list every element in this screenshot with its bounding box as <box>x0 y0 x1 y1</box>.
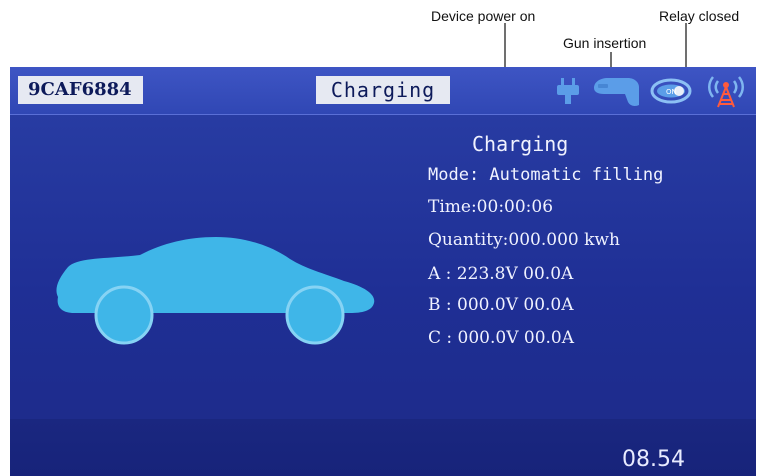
footer-bar: 08.54 <box>10 419 756 476</box>
relay-on-icon: ON <box>650 78 692 104</box>
mode-text: Mode: Automatic filling <box>428 165 664 185</box>
car-silhouette <box>56 237 375 345</box>
phase-c-text: C : 000.0V 00.0A <box>428 328 575 348</box>
quantity-text: Quantity:000.000 kwh <box>428 230 620 250</box>
charger-screen: 9CAF6884 Charging ON Charging Mode: Auto… <box>10 67 756 476</box>
info-title: Charging <box>472 132 569 156</box>
status-title: Charging <box>316 76 450 104</box>
charging-gun-icon <box>594 78 639 106</box>
relay-closed-callout: Relay closed <box>659 8 740 24</box>
svg-text:ON: ON <box>666 88 677 96</box>
gun-insertion-callout: Gun insertion <box>563 35 647 51</box>
footer-time: 08.54 <box>622 447 685 472</box>
time-text: Time:00:00:06 <box>428 197 554 217</box>
plug-icon <box>557 78 579 104</box>
signal-tower-icon <box>708 76 744 108</box>
header-bar: 9CAF6884 Charging ON <box>10 67 756 115</box>
device-power-callout: Device power on <box>431 8 536 24</box>
phase-a-text: A : 223.8V 00.0A <box>428 264 574 284</box>
phase-b-text: B : 000.0V 00.0A <box>428 295 574 315</box>
device-id: 9CAF6884 <box>18 76 143 104</box>
